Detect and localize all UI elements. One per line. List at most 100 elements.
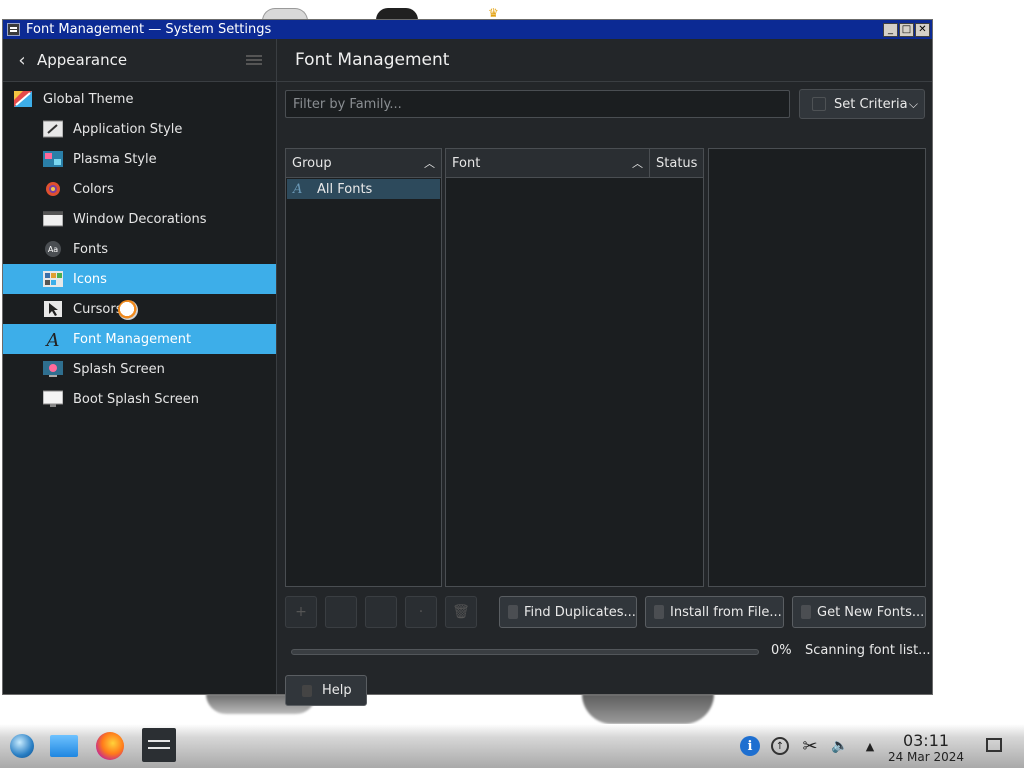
find-duplicates-icon — [508, 605, 518, 619]
sidebar-item-global-theme[interactable]: Global Theme — [3, 84, 276, 114]
get-new-fonts-icon — [801, 605, 811, 619]
group-column-header[interactable]: Group ︿ — [286, 149, 441, 178]
colors-icon — [43, 180, 63, 198]
maximize-button[interactable]: □ — [899, 22, 914, 37]
back-icon[interactable]: ‹ — [7, 50, 37, 71]
system-settings-window: Font Management — System Settings _ □ ✕ … — [2, 19, 933, 706]
sidebar-item-label: Fonts — [73, 241, 109, 257]
sidebar-item-font-management[interactable]: A Font Management — [3, 324, 276, 354]
set-criteria-dropdown[interactable]: Set Criteria ⌵ — [799, 89, 925, 119]
digital-clock[interactable]: 03:11 24 Mar 2024 — [884, 732, 968, 765]
svg-text:Aa: Aa — [48, 245, 58, 254]
disable-group-button[interactable]: · — [405, 596, 437, 628]
system-settings-task[interactable] — [142, 728, 176, 762]
sort-ascending-icon: ︿ — [632, 157, 643, 170]
launcher-icon — [10, 734, 34, 758]
tray-info[interactable]: i — [740, 736, 760, 756]
sidebar-category-title: Appearance — [37, 51, 128, 69]
help-label: Help — [322, 683, 352, 698]
system-settings-app-icon[interactable] — [7, 23, 20, 36]
group-item-all-fonts[interactable]: A All Fonts — [287, 179, 440, 199]
criteria-icon — [812, 97, 826, 111]
enable-group-button[interactable] — [365, 596, 397, 628]
sidebar-item-window-decorations[interactable]: Window Decorations — [3, 204, 276, 234]
mouse-cursor — [118, 300, 138, 320]
svg-text:A: A — [45, 330, 60, 348]
font-header-label: Font — [452, 155, 481, 171]
sidebar-item-cursors[interactable]: Cursors — [3, 294, 276, 324]
show-hidden-icons-icon[interactable]: ▲ — [860, 736, 880, 756]
delete-icon[interactable]: 🗑 — [445, 596, 477, 628]
get-new-fonts-label: Get New Fonts... — [817, 604, 925, 620]
sidebar-item-colors[interactable]: Colors — [3, 174, 276, 204]
get-new-fonts-button[interactable]: Get New Fonts... — [792, 596, 926, 628]
sort-ascending-icon: ︿ — [424, 157, 435, 170]
desktop-decoration — [582, 694, 714, 724]
file-manager-task[interactable] — [50, 732, 78, 760]
clipboard-icon[interactable]: ✂ — [800, 736, 820, 757]
chevron-down-icon: ⌵ — [908, 96, 918, 111]
install-icon — [654, 605, 664, 619]
main-content: Font Management Filter by Family... Set … — [277, 39, 932, 706]
sidebar-item-application-style[interactable]: Application Style — [3, 114, 276, 144]
window-titlebar[interactable]: Font Management — System Settings _ □ ✕ — [3, 20, 932, 39]
sidebar-header: ‹ Appearance — [3, 39, 276, 82]
window-title: Font Management — System Settings — [26, 22, 272, 37]
sidebar-item-icons[interactable]: Icons — [3, 264, 276, 294]
group-item-label: All Fonts — [317, 181, 373, 197]
tray-updates[interactable]: ↑ — [770, 736, 790, 756]
sidebar-item-label: Icons — [73, 271, 107, 287]
install-from-file-label: Install from File... — [670, 604, 782, 620]
window-decorations-icon — [43, 210, 63, 228]
sidebar-item-label: Font Management — [73, 331, 192, 347]
sidebar-item-plasma-style[interactable]: Plasma Style — [3, 144, 276, 174]
minimize-button[interactable]: _ — [883, 22, 898, 37]
update-icon: ↑ — [771, 737, 789, 755]
boot-splash-screen-icon — [43, 390, 63, 408]
firefox-task[interactable] — [96, 732, 124, 760]
folder-icon — [50, 735, 78, 757]
taskbar: i ↑ ✂ 🔈 ▲ 03:11 24 Mar 2024 — [0, 724, 1024, 768]
plasma-style-icon — [43, 150, 63, 168]
cursors-icon — [43, 300, 63, 318]
sidebar-item-label: Plasma Style — [73, 151, 157, 167]
fonts-icon: Aa — [43, 240, 63, 258]
sidebar: ‹ Appearance Global Theme Application St… — [3, 39, 277, 694]
font-list: Font ︿ Status — [445, 148, 704, 587]
filter-by-family-input[interactable]: Filter by Family... — [285, 90, 790, 118]
volume-icon[interactable]: 🔈 — [830, 736, 850, 756]
show-desktop-icon[interactable] — [986, 738, 1002, 752]
font-preview-panel — [708, 148, 926, 587]
close-button[interactable]: ✕ — [915, 22, 930, 37]
sidebar-item-boot-splash-screen[interactable]: Boot Splash Screen — [3, 384, 276, 414]
hamburger-menu-icon[interactable] — [246, 54, 262, 66]
help-button[interactable]: Help — [285, 675, 367, 706]
install-from-file-button[interactable]: Install from File... — [645, 596, 784, 628]
add-group-button[interactable]: + — [285, 596, 317, 628]
font-column-header: Font ︿ Status — [446, 149, 703, 178]
sidebar-item-splash-screen[interactable]: Splash Screen — [3, 354, 276, 384]
group-header-label: Group — [292, 155, 332, 171]
sidebar-item-label: Application Style — [73, 121, 183, 137]
sidebar-item-label: Splash Screen — [73, 361, 165, 377]
status-header[interactable]: Status — [649, 149, 703, 177]
firefox-icon — [96, 732, 124, 760]
application-style-icon — [43, 120, 63, 138]
clock-date: 24 Mar 2024 — [887, 750, 965, 764]
global-theme-icon — [13, 90, 33, 108]
group-list: Group ︿ A All Fonts — [285, 148, 442, 587]
sidebar-item-label: Window Decorations — [73, 211, 207, 227]
sidebar-item-label: Cursors — [73, 301, 123, 317]
sidebar-item-fonts[interactable]: Aa Fonts — [3, 234, 276, 264]
find-duplicates-button[interactable]: Find Duplicates... — [499, 596, 637, 628]
sidebar-item-label: Boot Splash Screen — [73, 391, 199, 407]
edit-group-button[interactable] — [325, 596, 357, 628]
help-icon — [302, 684, 312, 697]
sidebar-list: Global Theme Application Style Plasma St… — [3, 82, 276, 414]
icons-icon — [43, 270, 63, 288]
application-launcher-button[interactable] — [8, 732, 36, 760]
desktop-decoration: ♛ — [488, 6, 499, 20]
font-group-icon: A — [293, 181, 303, 197]
splash-screen-icon — [43, 360, 63, 378]
font-header[interactable]: Font ︿ — [446, 155, 649, 171]
